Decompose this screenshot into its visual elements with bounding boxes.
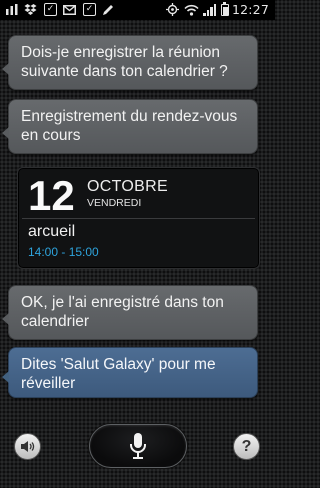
status-time: 12:27 xyxy=(231,2,269,17)
message-text: Enregistrement du rendez-vous en cours xyxy=(21,108,238,144)
microphone-icon xyxy=(128,432,148,464)
pen-icon xyxy=(101,3,114,16)
location-icon xyxy=(166,3,179,16)
message-text: OK, je l'ai enregistré dans ton calendri… xyxy=(21,294,224,330)
speaker-button[interactable] xyxy=(14,433,41,460)
event-weekday: VENDREDI xyxy=(87,197,142,209)
signal-icon xyxy=(203,4,217,16)
event-time: 14:00 - 15:00 xyxy=(28,245,99,259)
checkbox-icon: ✓ xyxy=(83,3,96,16)
assistant-message-bubble: Dois-je enregistrer la réunion suivante … xyxy=(2,35,258,90)
message-text: Dois-je enregistrer la réunion suivante … xyxy=(21,44,228,80)
status-bar: ✓ ✓ 12:27 xyxy=(0,0,275,20)
event-title: arcueil xyxy=(28,223,76,240)
help-button[interactable]: ? xyxy=(233,433,260,460)
wifi-icon xyxy=(184,3,199,16)
speaker-icon xyxy=(20,440,35,453)
event-day: 12 xyxy=(28,172,75,219)
event-month: OCTOBRE xyxy=(87,178,168,195)
calendar-event-card[interactable]: 12 OCTOBRE VENDREDI arcueil 14:00 - 15:0… xyxy=(17,167,260,269)
assistant-message-bubble: Enregistrement du rendez-vous en cours xyxy=(2,99,258,154)
mail-icon xyxy=(63,3,76,16)
assistant-message-bubble: OK, je l'ai enregistré dans ton calendri… xyxy=(2,285,258,340)
battery-icon xyxy=(221,2,229,16)
bubble-tail xyxy=(2,371,9,383)
bubble-tail xyxy=(2,127,9,139)
microphone-button[interactable] xyxy=(89,424,187,468)
dropbox-icon xyxy=(24,3,37,16)
divider xyxy=(22,218,255,219)
bar-chart-icon xyxy=(5,3,18,16)
bubble-tail xyxy=(2,313,9,325)
bubble-tail xyxy=(2,63,9,75)
help-label: ? xyxy=(241,437,252,455)
checkbox-icon: ✓ xyxy=(44,3,57,16)
message-text: Dites 'Salut Galaxy' pour me réveiller xyxy=(21,356,216,392)
hint-message-bubble: Dites 'Salut Galaxy' pour me réveiller xyxy=(2,347,258,398)
